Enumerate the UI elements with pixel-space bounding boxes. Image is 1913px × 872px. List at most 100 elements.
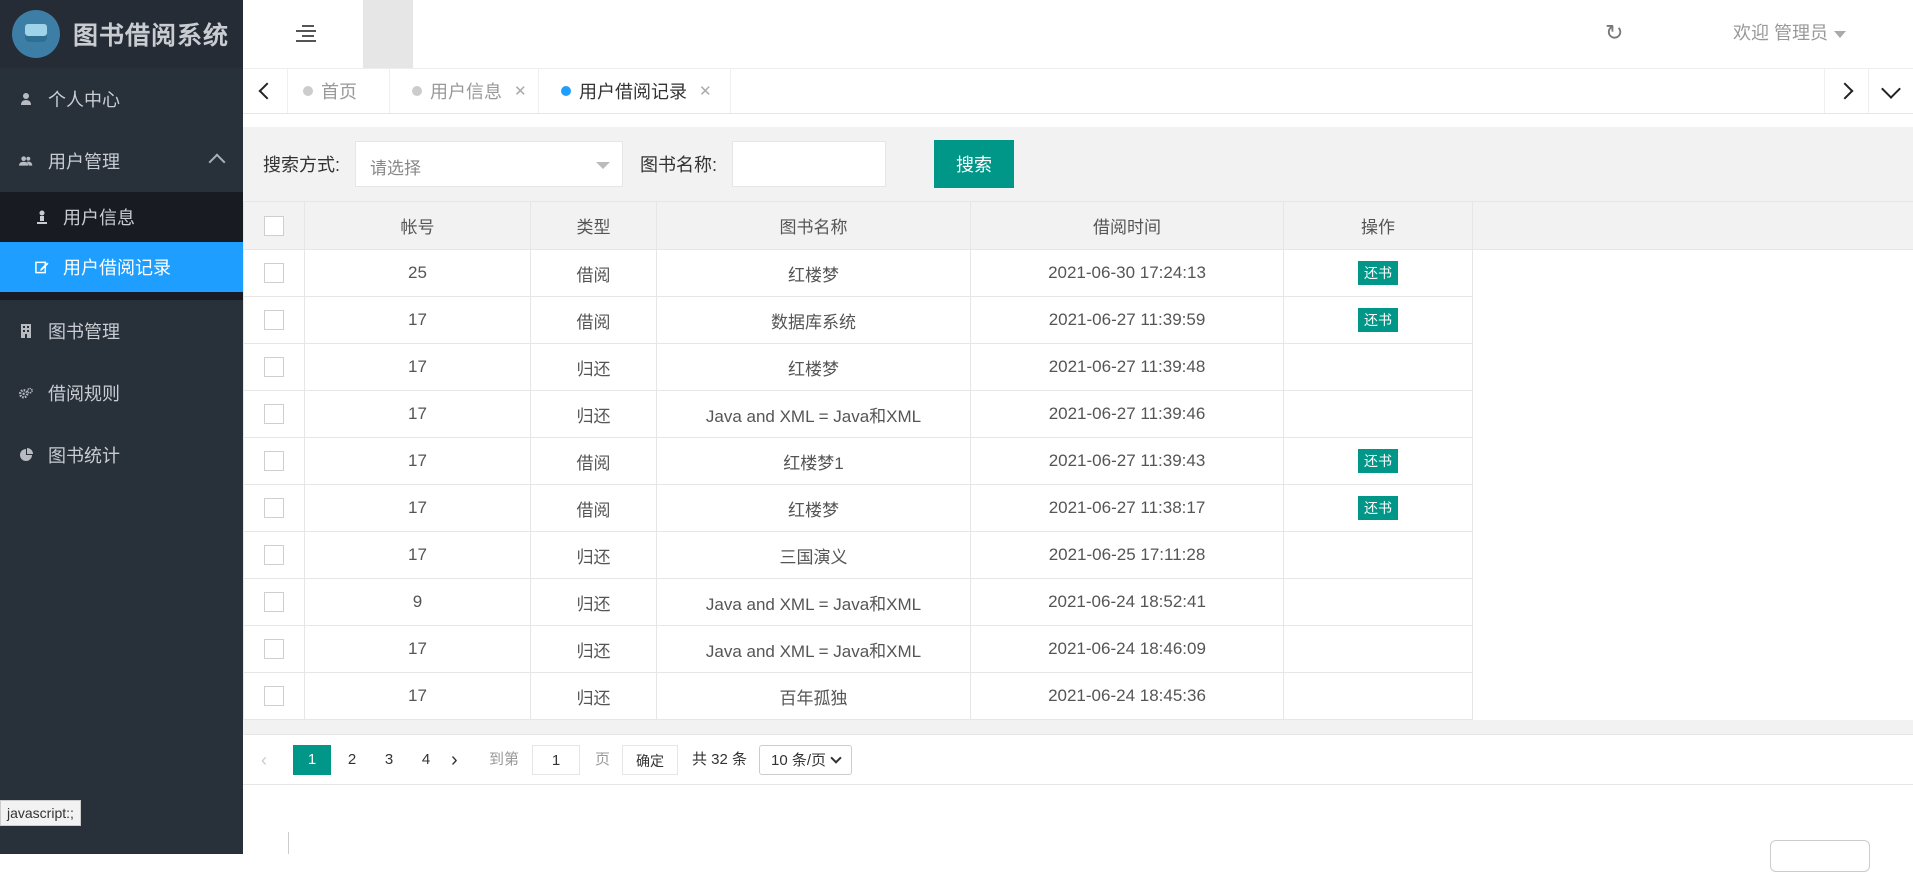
row-select-cell — [244, 579, 305, 626]
cell-book: Java and XML = Java和XML — [657, 579, 971, 626]
cell-book: Java and XML = Java和XML — [657, 626, 971, 673]
tab-user-info[interactable]: 用户信息 ✕ — [390, 69, 539, 113]
row-checkbox[interactable] — [264, 310, 284, 330]
tab-next-button[interactable] — [1824, 69, 1869, 113]
page-3[interactable]: 3 — [379, 745, 399, 775]
chevron-down-icon — [830, 752, 841, 763]
row-filler — [1473, 250, 1913, 297]
return-book-button[interactable]: 还书 — [1358, 308, 1398, 332]
edit-icon — [35, 260, 49, 274]
sidebar-submenu: 用户信息 用户借阅记录 — [0, 192, 243, 300]
select-all-cell — [244, 202, 305, 250]
sidebar-item-label: 图书统计 — [48, 442, 120, 468]
cell-type: 归还 — [531, 579, 657, 626]
users-icon — [19, 154, 33, 168]
status-tooltip: javascript:; — [0, 800, 81, 826]
row-checkbox[interactable] — [264, 639, 284, 659]
caret-down-icon — [1834, 31, 1846, 38]
page-size-select[interactable]: 10 条/页 — [759, 745, 852, 775]
row-select-cell — [244, 250, 305, 297]
refresh-icon[interactable]: ↻ — [1605, 20, 1623, 46]
tab-more-button[interactable] — [1868, 69, 1913, 113]
cell-type: 借阅 — [531, 297, 657, 344]
cell-time: 2021-06-27 11:39:59 — [971, 297, 1284, 344]
cell-account: 17 — [305, 438, 531, 485]
row-checkbox[interactable] — [264, 498, 284, 518]
tab-prev-button[interactable] — [243, 69, 288, 113]
sidebar-item-borrow-rules[interactable]: 借阅规则 — [0, 362, 243, 424]
cell-action — [1284, 344, 1473, 391]
tab-user-borrow-records[interactable]: 用户借阅记录 ✕ — [539, 69, 731, 113]
row-checkbox[interactable] — [264, 357, 284, 377]
goto-suffix: 页 — [595, 745, 610, 775]
table-body: 25借阅红楼梦2021-06-30 17:24:13还书17借阅数据库系统202… — [244, 250, 1913, 720]
col-header-type[interactable]: 类型 — [531, 202, 657, 250]
table-header-row: 帐号 类型 图书名称 借阅时间 操作 — [244, 202, 1913, 250]
tab-close-icon[interactable]: ✕ — [514, 82, 527, 100]
building-icon — [19, 324, 33, 338]
bottom-partial-button[interactable] — [1770, 840, 1870, 872]
caret-down-icon — [596, 162, 610, 169]
welcome-text: 欢迎 管理员 — [1733, 23, 1828, 43]
cell-action: 还书 — [1284, 485, 1473, 532]
return-book-button[interactable]: 还书 — [1358, 496, 1398, 520]
sidebar-item-user-borrow-records[interactable]: 用户借阅记录 — [0, 242, 243, 292]
cell-account: 9 — [305, 579, 531, 626]
page-4[interactable]: 4 — [416, 745, 436, 775]
return-book-button[interactable]: 还书 — [1358, 449, 1398, 473]
tab-home[interactable]: 首页 — [303, 69, 390, 113]
goto-page-input[interactable]: 1 — [532, 745, 580, 775]
total-count: 共 32 条 — [692, 745, 747, 775]
book-name-input[interactable] — [732, 141, 886, 187]
row-checkbox[interactable] — [264, 686, 284, 706]
cell-time: 2021-06-27 11:39:43 — [971, 438, 1284, 485]
bottom-strip — [243, 830, 1913, 854]
tab-close-icon[interactable]: ✕ — [699, 82, 712, 100]
user-menu[interactable]: 欢迎 管理员 — [1733, 19, 1846, 45]
page-prev-icon[interactable]: ‹ — [261, 745, 267, 775]
table-row: 17借阅红楼梦12021-06-27 11:39:43还书 — [244, 438, 1913, 485]
row-select-cell — [244, 344, 305, 391]
tab-dot — [303, 86, 313, 96]
user-icon — [19, 92, 33, 106]
cell-time: 2021-06-30 17:24:13 — [971, 250, 1284, 297]
sidebar-item-book-statistics[interactable]: 图书统计 — [0, 424, 243, 486]
row-checkbox[interactable] — [264, 404, 284, 424]
cell-account: 17 — [305, 391, 531, 438]
sidebar-item-personal-center[interactable]: 个人中心 — [0, 68, 243, 130]
col-header-time[interactable]: 借阅时间 — [971, 202, 1284, 250]
search-method-select[interactable]: 请选择 — [355, 141, 623, 187]
select-all-checkbox[interactable] — [264, 216, 284, 236]
row-checkbox[interactable] — [264, 451, 284, 471]
tab-label: 首页 — [321, 78, 357, 104]
goto-confirm-button[interactable]: 确定 — [622, 745, 678, 775]
cell-time: 2021-06-24 18:46:09 — [971, 626, 1284, 673]
col-header-book[interactable]: 图书名称 — [657, 202, 971, 250]
sidebar-item-label: 用户借阅记录 — [63, 254, 171, 280]
page-2[interactable]: 2 — [342, 745, 362, 775]
cell-time: 2021-06-27 11:38:17 — [971, 485, 1284, 532]
row-checkbox[interactable] — [264, 263, 284, 283]
cell-type: 借阅 — [531, 438, 657, 485]
person-icon — [35, 210, 49, 224]
sidebar-item-user-info[interactable]: 用户信息 — [0, 192, 243, 242]
col-header-account[interactable]: 帐号 — [305, 202, 531, 250]
cell-action — [1284, 626, 1473, 673]
search-button[interactable]: 搜索 — [934, 140, 1014, 188]
main-content: 搜索方式: 请选择 图书名称: 搜索 帐号 类型 图书名称 借阅时间 操作 25… — [243, 127, 1913, 783]
sidebar-item-user-management[interactable]: 用户管理 — [0, 130, 243, 192]
menu-toggle-icon[interactable] — [296, 22, 316, 42]
page-1[interactable]: 1 — [293, 745, 331, 775]
page-next-icon[interactable]: › — [451, 745, 458, 775]
tab-dot — [412, 86, 422, 96]
cell-type: 归还 — [531, 626, 657, 673]
row-checkbox[interactable] — [264, 545, 284, 565]
table-row: 17归还三国演义2021-06-25 17:11:28 — [244, 532, 1913, 579]
row-filler — [1473, 626, 1913, 673]
app-logo-icon — [12, 10, 60, 58]
sidebar-item-book-management[interactable]: 图书管理 — [0, 300, 243, 362]
row-select-cell — [244, 297, 305, 344]
row-checkbox[interactable] — [264, 592, 284, 612]
search-method-label: 搜索方式: — [263, 151, 340, 177]
return-book-button[interactable]: 还书 — [1358, 261, 1398, 285]
